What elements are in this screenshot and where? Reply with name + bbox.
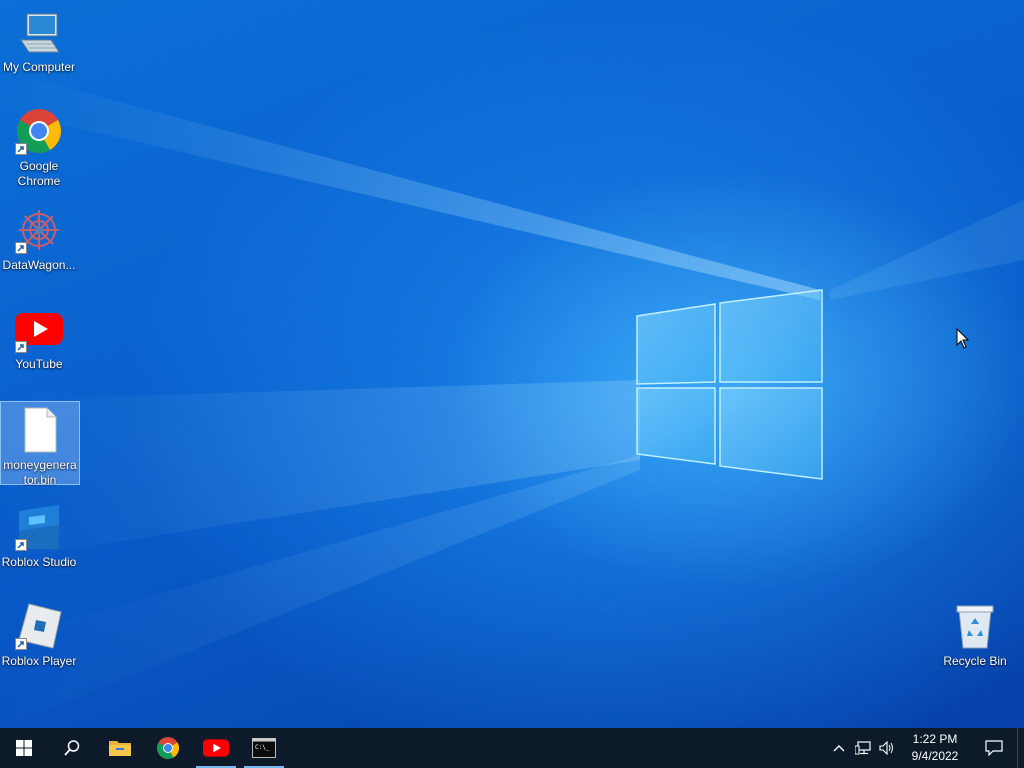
- shortcut-arrow-icon: [15, 341, 27, 353]
- desktop-icon-label: Recycle Bin: [943, 654, 1007, 668]
- computer-icon: [15, 8, 63, 56]
- file-icon: [16, 406, 64, 454]
- wallpaper-light-beams: [0, 0, 1024, 728]
- desktop-icon-label: Roblox Studio: [1, 555, 77, 569]
- youtube-icon: [15, 305, 63, 353]
- desktop-icon-label: Google Chrome: [17, 159, 61, 188]
- datawagon-icon: [15, 206, 63, 254]
- taskbar-terminal[interactable]: C:\_: [240, 728, 288, 768]
- desktop-icon-roblox-player[interactable]: Roblox Player: [0, 598, 78, 669]
- chrome-icon: [157, 737, 179, 759]
- desktop-icon-datawagon[interactable]: DataWagon...: [0, 202, 78, 273]
- file-explorer-icon: [109, 741, 131, 756]
- youtube-icon: [203, 739, 229, 757]
- desktop-icon-youtube[interactable]: YouTube: [0, 301, 78, 372]
- recycle-bin-icon: [951, 602, 999, 650]
- start-button[interactable]: [0, 728, 48, 768]
- chrome-icon: [15, 107, 63, 155]
- shortcut-arrow-icon: [15, 242, 27, 254]
- taskbar-youtube[interactable]: [192, 728, 240, 768]
- desktop-icon-label: DataWagon...: [2, 258, 76, 272]
- desktop-icon-google-chrome[interactable]: Google Chrome: [0, 103, 78, 189]
- mouse-cursor-icon: [956, 328, 970, 349]
- taskbar-chrome[interactable]: [144, 728, 192, 768]
- clock-time: 1:22 PM: [912, 732, 958, 746]
- chevron-up-icon: [833, 745, 845, 752]
- roblox-studio-icon: [15, 503, 63, 551]
- desktop-icon-my-computer[interactable]: My Computer: [0, 4, 78, 75]
- taskbar-file-explorer[interactable]: [96, 728, 144, 768]
- svg-text:C:\_: C:\_: [255, 744, 270, 751]
- clock-date: 9/4/2022: [911, 749, 959, 763]
- taskbar: C:\_ 1:22 PM 9/4/2022: [0, 728, 1024, 768]
- desktop-icon-label: My Computer: [2, 60, 76, 74]
- network-icon: [855, 741, 871, 755]
- shortcut-arrow-icon: [15, 143, 27, 155]
- desktop-icon-label: Roblox Player: [1, 654, 77, 668]
- search-icon: [64, 740, 80, 756]
- windows-start-icon: [16, 740, 32, 756]
- desktop-icon-recycle-bin[interactable]: Recycle Bin: [936, 598, 1014, 669]
- show-desktop-button[interactable]: [1017, 728, 1024, 768]
- desktop-wallpaper[interactable]: My Computer Google Chrome DataWagon... Y…: [0, 0, 1024, 728]
- desktop-icon-roblox-studio[interactable]: Roblox Studio: [0, 499, 78, 570]
- taskbar-clock[interactable]: 1:22 PM 9/4/2022: [899, 731, 971, 765]
- action-center-button[interactable]: [971, 728, 1017, 768]
- tray-network-button[interactable]: [851, 728, 875, 768]
- tray-overflow-button[interactable]: [827, 728, 851, 768]
- terminal-icon: C:\_: [252, 738, 276, 758]
- desktop-icon-moneygenerator-bin[interactable]: moneygenerator.bin: [0, 401, 80, 487]
- action-center-icon: [985, 740, 1003, 756]
- roblox-player-icon: [15, 602, 63, 650]
- search-button[interactable]: [48, 728, 96, 768]
- shortcut-arrow-icon: [15, 638, 27, 650]
- desktop-icon-label: YouTube: [15, 357, 63, 371]
- volume-icon: [879, 741, 893, 755]
- tray-volume-button[interactable]: [875, 728, 899, 768]
- desktop-icon-label: moneygenerator.bin: [3, 458, 77, 487]
- windows-logo: [636, 289, 823, 480]
- shortcut-arrow-icon: [15, 539, 27, 551]
- system-tray: 1:22 PM 9/4/2022: [827, 728, 1024, 768]
